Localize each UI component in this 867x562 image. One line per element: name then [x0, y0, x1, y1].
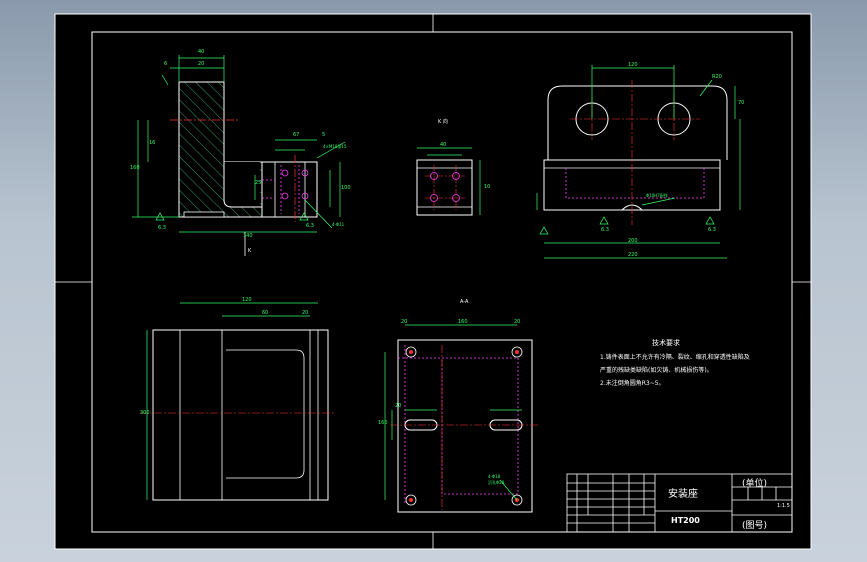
top-plan-view	[140, 302, 335, 501]
cad-drawing-canvas	[54, 13, 812, 550]
section-aa-view	[384, 324, 540, 513]
